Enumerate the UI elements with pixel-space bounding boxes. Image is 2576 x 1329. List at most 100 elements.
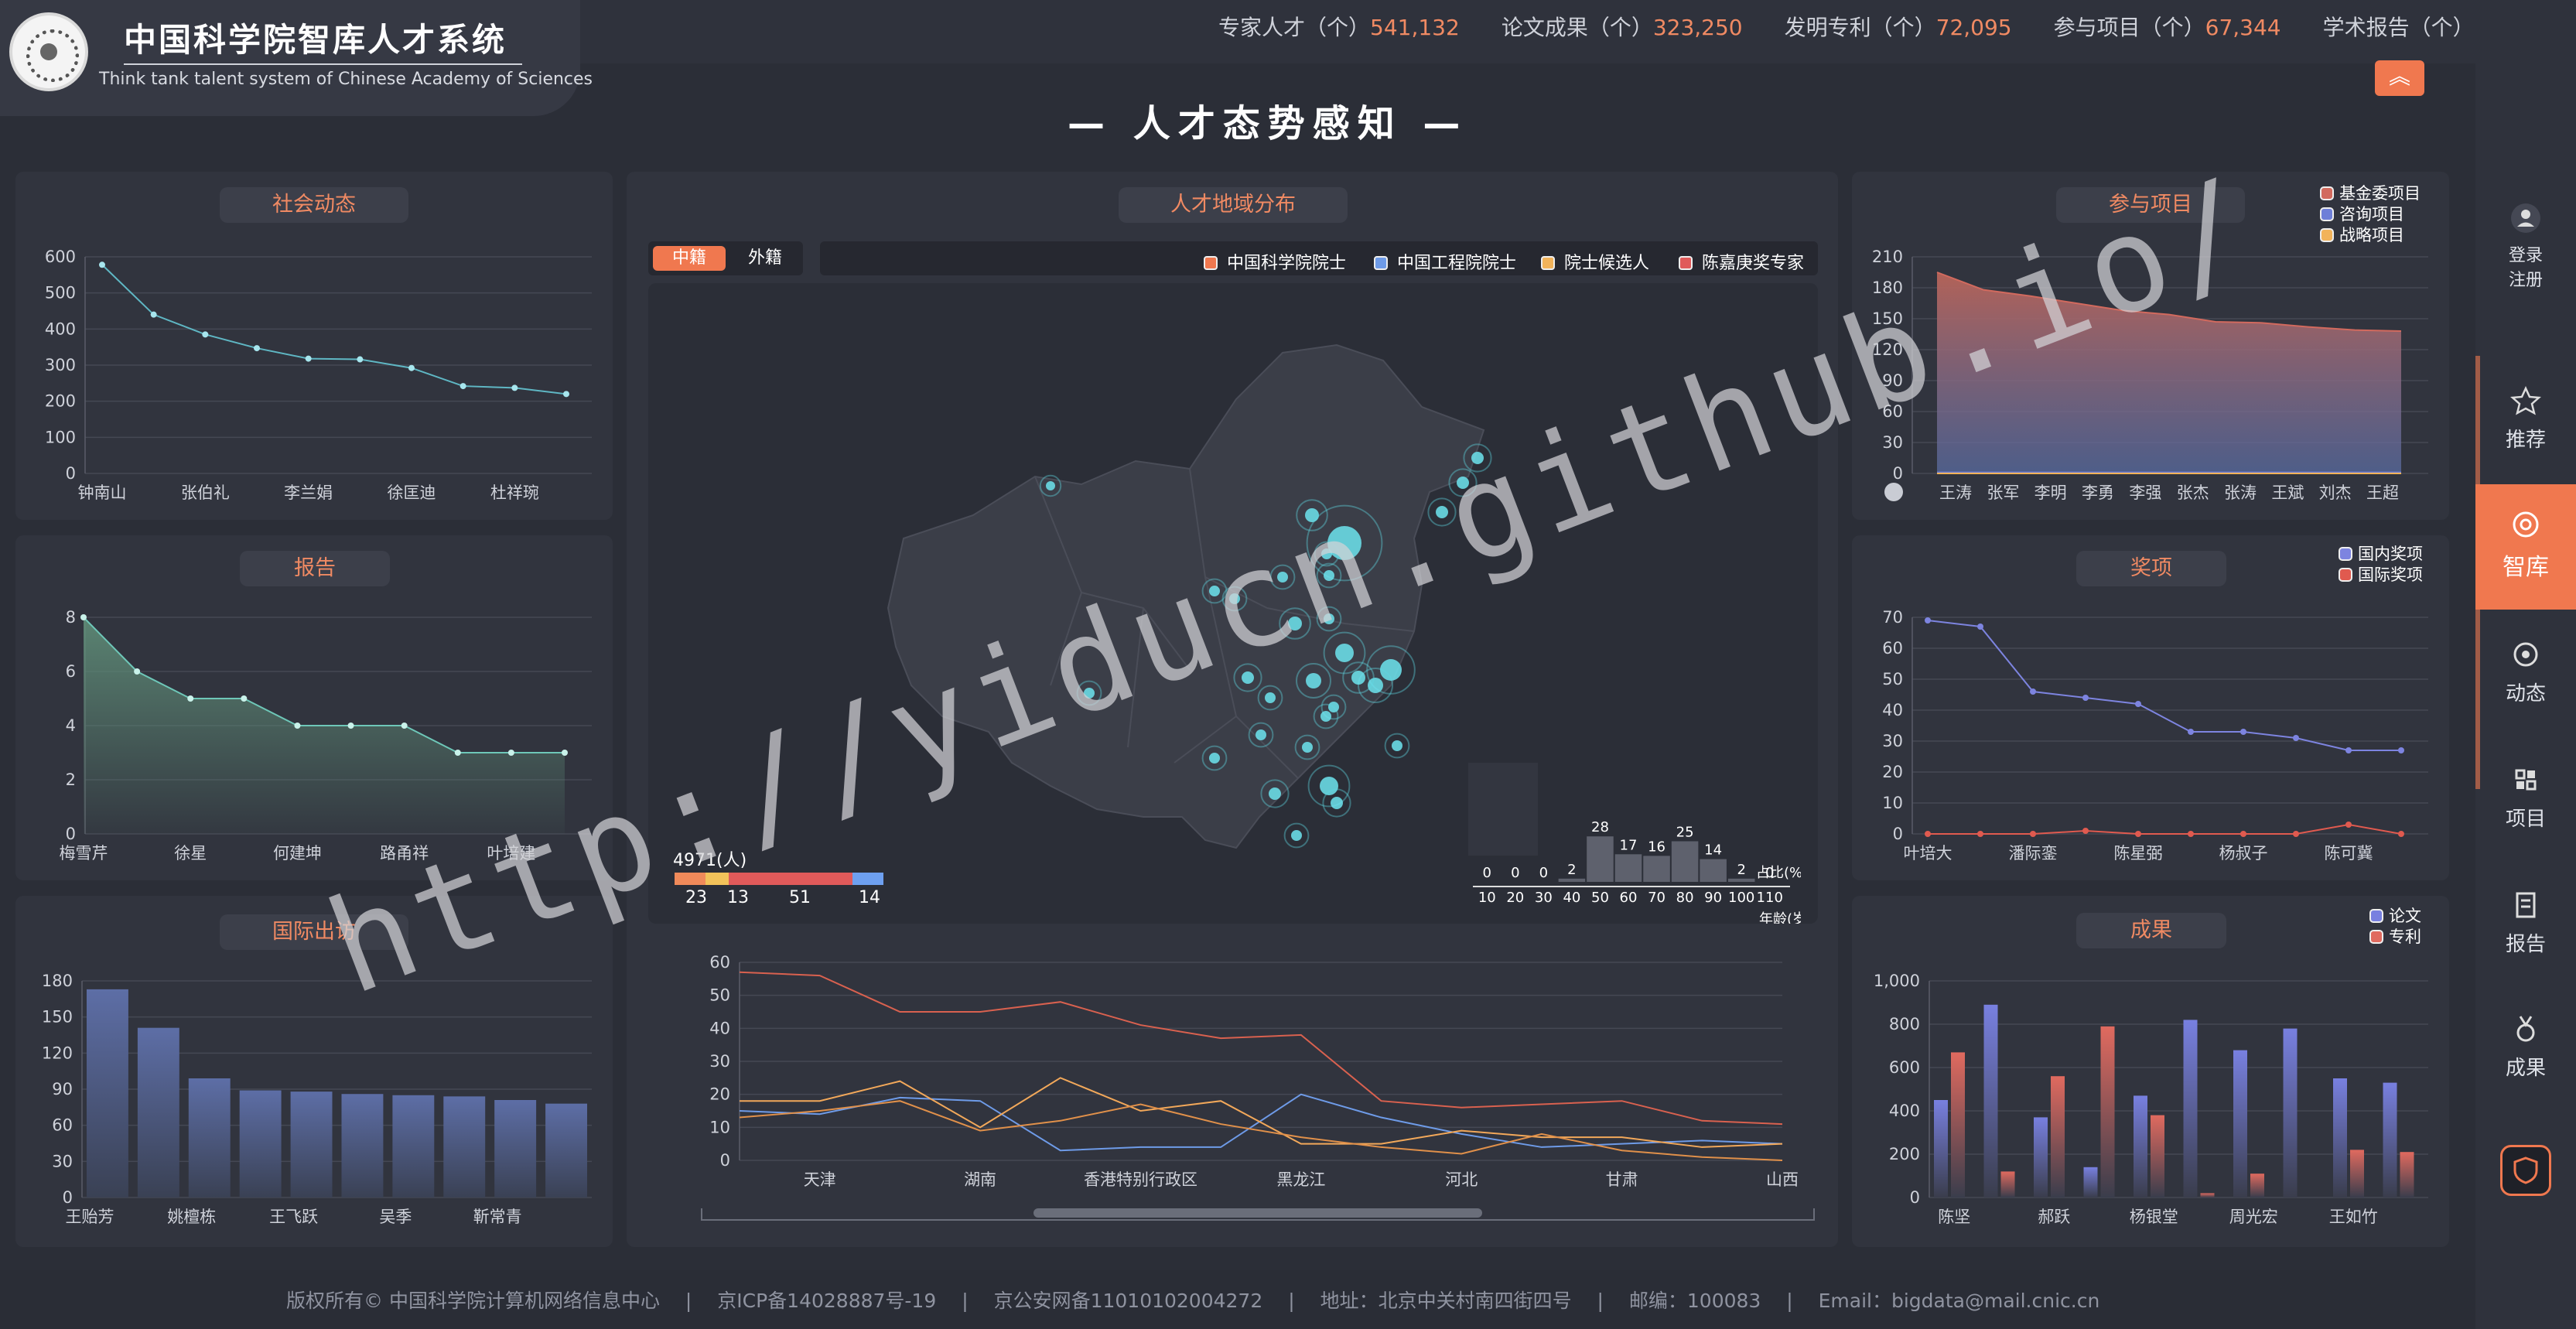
age-bar-label: 0: [1539, 865, 1548, 881]
talent-dot: [1291, 830, 1302, 841]
tab-foreign[interactable]: 外籍: [730, 246, 800, 271]
data-point: [1925, 831, 1931, 837]
data-point: [2240, 831, 2246, 837]
age-histogram: 0100200302402850176016702580149021000110…: [1473, 819, 1801, 924]
data-point: [2188, 831, 2194, 837]
x-tick-label: 杨叔子: [2219, 844, 2268, 863]
bar: [290, 1092, 333, 1197]
y-tick-label: 20: [709, 1085, 730, 1104]
x-tick-label: 王贻芳: [66, 1208, 114, 1226]
x-tick-label: 李勇: [2082, 483, 2114, 502]
sidebar-item-dynamics[interactable]: 动态: [2475, 639, 2576, 706]
talent-dot: [1392, 740, 1402, 751]
bar: [2383, 1082, 2397, 1197]
legend-item-cas[interactable]: 中国科学院院士: [1204, 249, 1346, 274]
age-bar-label: 2: [1737, 862, 1745, 878]
bar: [2100, 1026, 2115, 1197]
data-point: [408, 364, 415, 371]
data-point: [2082, 828, 2089, 834]
x-tick-label: 钟南山: [78, 483, 127, 502]
collapse-button[interactable]: ︽: [2375, 60, 2424, 96]
x-tick-label: 张伯礼: [181, 483, 230, 502]
bar: [2051, 1076, 2065, 1197]
network-icon: [2513, 511, 2539, 538]
sidebar-item-projects[interactable]: 项目: [2475, 764, 2576, 832]
age-bar-label: 17: [1620, 837, 1638, 853]
age-tick-label: 90: [1704, 890, 1722, 906]
map-panel-title: 人才地域分布: [1119, 187, 1348, 223]
talent-dot: [1265, 692, 1276, 703]
age-xlabel: 年龄(岁): [1759, 911, 1801, 924]
bar: [2083, 1167, 2098, 1197]
data-point: [347, 723, 354, 729]
y-tick-label: 200: [45, 392, 76, 411]
age-bar: [1700, 859, 1727, 882]
tab-chinese[interactable]: 中籍: [653, 246, 726, 271]
shield-icon: [2513, 1156, 2538, 1184]
age-tick-label: 30: [1535, 890, 1553, 906]
legend-label: 国际奖项: [2358, 565, 2423, 584]
x-tick-label: 杜祥琬: [490, 483, 539, 502]
x-tick-label: 张军: [1987, 483, 2019, 502]
bar: [443, 1096, 486, 1197]
talent-dot: [1306, 673, 1321, 688]
data-point: [2293, 831, 2299, 837]
bar: [2233, 1050, 2247, 1197]
talent-dot: [1331, 797, 1343, 809]
legend-swatch: [1374, 256, 1388, 270]
data-point: [202, 331, 209, 338]
sidebar-item-recommend[interactable]: 推荐: [2475, 385, 2576, 453]
age-bar: [1671, 841, 1699, 882]
star-icon: [2510, 385, 2541, 415]
data-point: [2293, 735, 2299, 741]
x-tick-label: 王斌: [2271, 483, 2304, 502]
y-tick-label: 100: [45, 428, 76, 446]
x-tick-label: 吴季: [379, 1208, 412, 1226]
data-point: [1977, 624, 1983, 630]
x-tick-label: 陈可冀: [2325, 844, 2373, 863]
x-tick-label: 王飞跃: [269, 1208, 318, 1226]
y-tick-label: 600: [45, 248, 76, 266]
y-tick-label: 40: [709, 1019, 730, 1037]
age-bar-label: 2: [1567, 862, 1576, 878]
y-tick-label: 30: [1882, 732, 1903, 750]
legend-item-candidate[interactable]: 院士候选人: [1541, 249, 1649, 274]
data-point: [2188, 729, 2194, 735]
y-tick-label: 800: [1889, 1015, 1920, 1033]
sidebar-item-results[interactable]: 成果: [2475, 1013, 2576, 1081]
sidebar-label: 报告: [2505, 933, 2546, 956]
y-tick-label: 8: [66, 608, 76, 627]
bar: [392, 1095, 435, 1197]
y-tick-label: 0: [720, 1151, 730, 1170]
sidebar-item-thinktank[interactable]: 智库: [2475, 509, 2576, 582]
bar: [239, 1090, 282, 1197]
age-bar-label: 0: [1483, 865, 1491, 881]
age-bar-label: 0: [1511, 865, 1519, 881]
legend-item-tan-kah-kee[interactable]: 陈嘉庚奖专家: [1679, 249, 1804, 274]
age-tick-label: 40: [1563, 890, 1580, 906]
sidebar-label: 推荐: [2505, 429, 2546, 452]
x-tick-label: 杨银堂: [2130, 1208, 2178, 1226]
legend-item-cae[interactable]: 中国工程院院士: [1374, 249, 1516, 274]
y-tick-label: 1,000: [1874, 972, 1920, 990]
x-tick-label: 河北: [1445, 1170, 1478, 1189]
cas-logo: [9, 12, 88, 91]
talent-dot: [1351, 671, 1365, 685]
legend-swatch: [2339, 568, 2352, 582]
bar: [137, 1027, 179, 1197]
y-tick-label: 50: [1882, 670, 1903, 688]
sidebar-item-shield[interactable]: [2500, 1145, 2551, 1196]
legend-label: 专利: [2389, 928, 2421, 946]
talent-dot: [1320, 711, 1331, 722]
stat-papers: 论文成果（个）323,250: [1501, 15, 1743, 40]
y-tick-label: 300: [45, 356, 76, 374]
sidebar-item-reports[interactable]: 报告: [2475, 890, 2576, 957]
data-point: [2030, 688, 2036, 695]
sidebar-item-login[interactable]: 登录 注册: [2475, 203, 2576, 291]
data-point: [150, 311, 157, 318]
y-tick-label: 400: [1889, 1102, 1920, 1120]
results-bar-chart: 0 200 400 600 800 1,000 陈坚 郝跃 杨银堂 周光宏 王如竹 论文专利: [1874, 907, 2428, 1226]
x-tick-label: 陈坚: [1938, 1208, 1970, 1226]
y-tick-label: 150: [42, 1008, 73, 1027]
zoom-slider-handle[interactable]: [1033, 1208, 1482, 1218]
